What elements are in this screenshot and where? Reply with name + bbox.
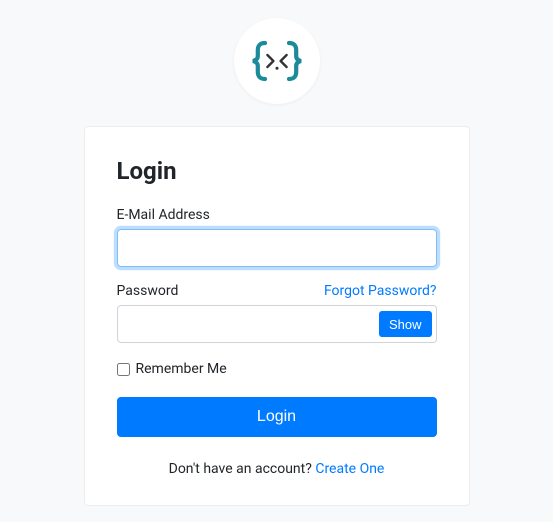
login-card: Login E-Mail Address Password Forgot Pas… <box>84 126 470 506</box>
email-label: E-Mail Address <box>117 207 210 223</box>
email-input[interactable] <box>117 229 437 267</box>
show-password-button[interactable]: Show <box>379 311 432 337</box>
password-label: Password <box>117 283 179 299</box>
password-group: Password Forgot Password? Show <box>117 283 437 343</box>
signup-prompt: Don't have an account? <box>169 461 316 477</box>
password-input[interactable] <box>118 306 379 342</box>
email-group: E-Mail Address <box>117 207 437 267</box>
remember-checkbox[interactable] <box>117 363 130 376</box>
braces-face-icon <box>247 31 307 91</box>
login-button[interactable]: Login <box>117 397 437 437</box>
app-logo <box>234 18 320 104</box>
password-input-group: Show <box>117 305 437 343</box>
remember-label: Remember Me <box>136 361 227 377</box>
create-account-link[interactable]: Create One <box>315 461 384 477</box>
signup-footer: Don't have an account? Create One <box>117 461 437 477</box>
page-title: Login <box>117 157 437 185</box>
forgot-password-link[interactable]: Forgot Password? <box>324 283 437 299</box>
remember-row: Remember Me <box>117 361 437 377</box>
